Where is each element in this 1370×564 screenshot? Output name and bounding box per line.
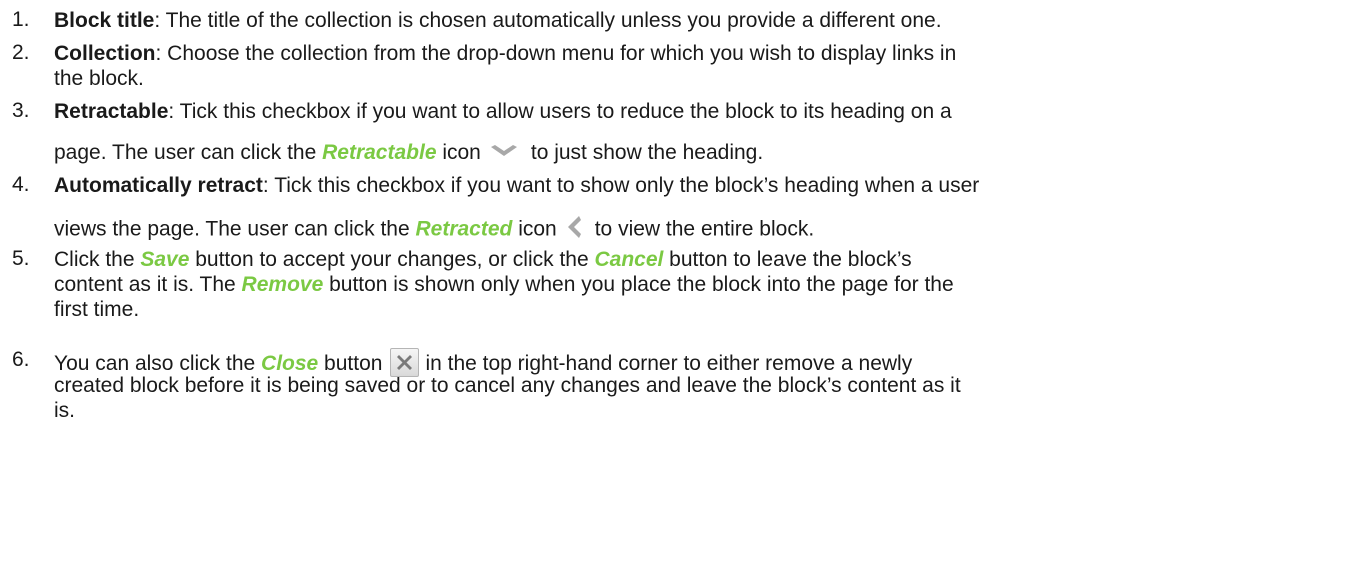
close-icon — [390, 348, 420, 377]
chevron-down-icon — [489, 141, 519, 166]
chevron-left-icon — [565, 214, 583, 246]
item-text: button is shown only when you place the … — [323, 273, 954, 296]
ui-term-retractable: Retractable — [322, 141, 437, 164]
item-text: to just show the heading. — [530, 141, 764, 164]
item-text: created block before it is being saved o… — [54, 374, 961, 397]
item-text: to view the entire block. — [594, 217, 815, 241]
item-term: Retractable — [54, 100, 169, 123]
item-text: content as it is. The — [54, 273, 242, 296]
item-text: icon — [512, 217, 557, 241]
instruction-list: 1. Block title: The title of the collect… — [0, 0, 1370, 564]
item-text: button to accept your changes, or click … — [189, 248, 595, 271]
item-text: : Tick this checkbox if you want to show… — [262, 174, 980, 197]
item-term: Collection — [54, 42, 156, 65]
item-text: You can also click the — [54, 352, 262, 375]
ui-term-save: Save — [140, 248, 190, 271]
ui-term-cancel: Cancel — [594, 248, 664, 271]
item-text: is. — [54, 399, 75, 422]
item-number: 6. — [12, 348, 30, 371]
item-term: Automatically retract — [54, 174, 263, 197]
item-text: : Choose the collection from the drop-do… — [155, 42, 957, 65]
ui-term-retracted: Retracted — [415, 217, 513, 241]
item-number: 2. — [12, 41, 30, 64]
item-text: first time. — [54, 298, 140, 321]
item-number: 1. — [12, 8, 30, 31]
item-text: button to leave the block’s — [663, 248, 912, 271]
item-number: 4. — [12, 173, 30, 196]
item-term: Block title — [54, 9, 155, 32]
item-number: 5. — [12, 247, 30, 270]
item-text: views the page. The user can click the — [54, 217, 416, 241]
item-text: : The title of the collection is chosen … — [154, 9, 942, 32]
item-text: in the top right-hand corner to either r… — [425, 352, 913, 375]
item-text: the block. — [54, 67, 144, 90]
item-number: 3. — [12, 99, 30, 122]
item-text: Click the — [54, 248, 141, 271]
item-text: : Tick this checkbox if you want to allo… — [168, 100, 952, 123]
item-text: icon — [436, 141, 481, 164]
item-text: page. The user can click the — [54, 141, 323, 164]
item-text: button — [318, 352, 383, 375]
ui-term-close: Close — [261, 352, 319, 375]
ui-term-remove: Remove — [241, 273, 324, 296]
